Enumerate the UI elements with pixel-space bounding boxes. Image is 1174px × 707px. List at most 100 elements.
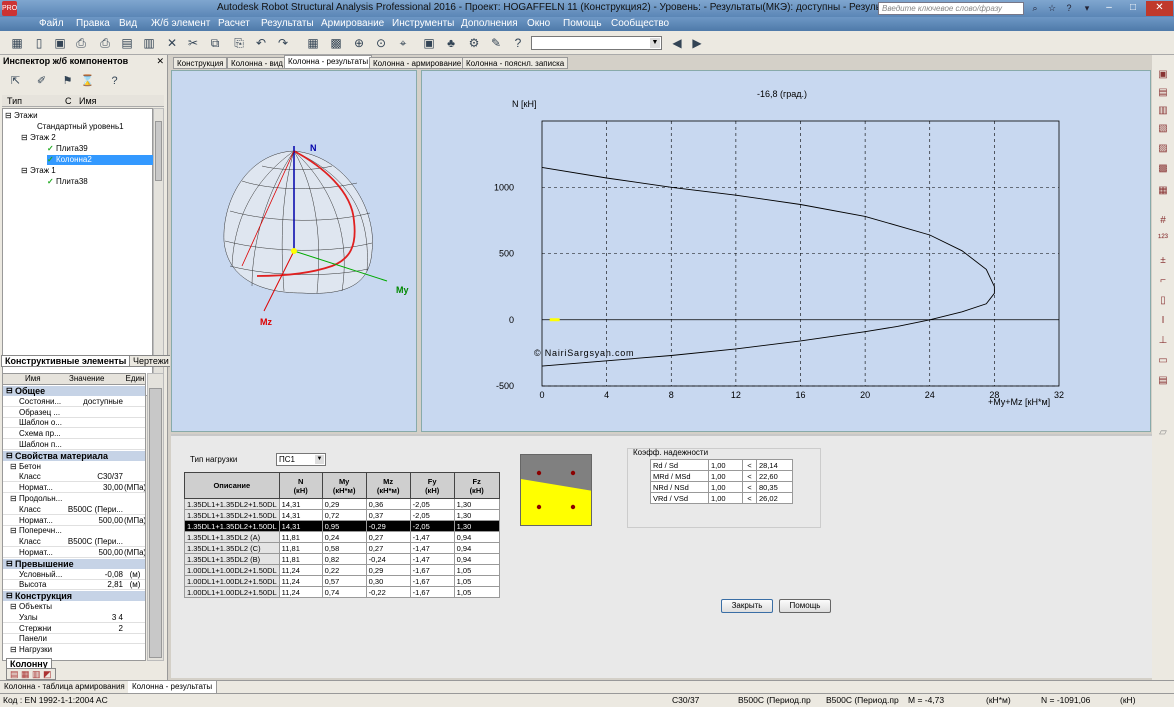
interaction-chart[interactable]: 0 4 8 12 16 20 24 28 32 1000 500 0 -500 -16,8 (град.… <box>421 70 1151 432</box>
beam-icon[interactable]: ⊥ <box>1155 333 1171 349</box>
back-arrow-icon[interactable]: ◀ <box>668 34 686 52</box>
th-n[interactable]: N (кН) <box>278 472 323 499</box>
prop-row[interactable]: Схема пр... <box>3 429 145 440</box>
sections-list-icon[interactable]: ▩ <box>1155 161 1171 177</box>
table-row[interactable]: 1.00DL1+1.00DL2+1.50DL 11,24 0,22 0,29 -1,67… <box>184 564 500 576</box>
menu-help[interactable]: Помощь <box>563 18 602 29</box>
column-icon[interactable]: I <box>1155 313 1171 329</box>
th-description[interactable]: Описание <box>184 472 280 499</box>
numbering-icon[interactable]: ¹²³ <box>1155 231 1171 247</box>
copy-icon[interactable]: ⧉ <box>206 34 224 52</box>
th-mz[interactable]: Mz (кН*м) <box>365 472 411 499</box>
collapse-icon[interactable]: ⊟ <box>10 645 17 655</box>
binoculars-icon[interactable]: ⌕ <box>1028 2 1042 15</box>
tree-item-slab38[interactable]: ✓ Плита38 <box>47 177 88 187</box>
tab-elements[interactable]: Конструктивные элементы <box>1 355 131 367</box>
table-row[interactable]: 1.35DL1+1.35DL2 (B) 11,81 0,82 -0,24 -1,47 0,… <box>184 553 500 565</box>
collapse-icon[interactable]: ⊟ <box>6 591 13 601</box>
window-tab-reinforcement-table[interactable]: Колонна - таблица армирования <box>0 681 130 693</box>
prop-row[interactable]: Шаблон п... <box>3 440 145 450</box>
prop-row[interactable]: Панели <box>3 634 145 645</box>
prop-row[interactable]: Нормат... 500,00 (MПa) <box>3 516 145 526</box>
table-icon[interactable]: ▦ <box>304 34 322 52</box>
calculate-icon[interactable]: ⌛ <box>80 74 95 89</box>
star-icon[interactable]: ☆ <box>1045 2 1059 15</box>
th-fy[interactable]: Fy (кН) <box>409 472 455 499</box>
tree-item-column2[interactable]: ✓ Колонна2 <box>47 155 163 165</box>
collapse-icon[interactable]: ⊟ <box>10 494 17 504</box>
maximize-button[interactable]: □ <box>1121 1 1145 16</box>
footing-icon[interactable]: ▭ <box>1155 353 1171 369</box>
search-input[interactable]: Введите ключевое слово/фразу <box>878 2 1024 15</box>
prop-row[interactable]: Стержни 2 <box>3 624 145 634</box>
table-row[interactable]: 1.35DL1+1.35DL2+1.50DL 14,31 0,29 0,36 -2,05… <box>184 498 500 510</box>
tree-item-floor2[interactable]: ⊟ Этаж 2 <box>21 133 56 143</box>
tab-column-view[interactable]: Колонна - вид <box>227 57 287 69</box>
save-icon[interactable]: ▣ <box>51 34 69 52</box>
supports-icon[interactable]: ⌖ <box>394 34 412 52</box>
filter-icon[interactable]: ⚑ <box>60 74 75 89</box>
collapse-icon[interactable]: ⊟ <box>6 386 13 396</box>
help-button[interactable]: Помощь <box>779 599 831 613</box>
inspector-help-icon[interactable]: ? <box>107 74 122 89</box>
tab-icons[interactable]: ▤ ▦ ▥ ◩ <box>6 668 56 680</box>
close-window-button[interactable]: ✕ <box>1146 1 1173 16</box>
menu-reinforcement[interactable]: Армирование <box>321 18 384 29</box>
prop-row[interactable]: Нормат... 500,00 (MПa) <box>3 548 145 558</box>
inspector-edit-icon[interactable]: ✐ <box>34 74 49 89</box>
window-tab-column-results[interactable]: Колонна - результаты <box>128 681 218 693</box>
collapse-icon[interactable]: ⊟ <box>6 559 13 569</box>
prop-row[interactable]: Шаблон о... <box>3 418 145 429</box>
materials-icon[interactable]: ♣ <box>442 34 460 52</box>
menu-results[interactable]: Результаты <box>261 18 314 29</box>
tab-column-note[interactable]: Колонна - пояснл. записка <box>462 57 569 69</box>
minimize-button[interactable]: – <box>1097 1 1121 16</box>
tree-scroll-thumb[interactable] <box>155 121 162 181</box>
collapse-icon[interactable]: ⊟ <box>10 602 17 612</box>
prop-row[interactable]: Состояни... доступные <box>3 397 145 407</box>
collapse-icon[interactable]: ⊟ <box>10 462 17 472</box>
reinforcement-icon[interactable]: ▥ <box>1155 103 1171 119</box>
stirrup-icon[interactable]: ⌐ <box>1155 273 1171 289</box>
composition-icon[interactable]: ▥ <box>140 34 158 52</box>
grid-icon[interactable]: # <box>1155 213 1171 229</box>
tree-item-floor1[interactable]: ⊟ Этаж 1 <box>21 166 56 176</box>
print-preview-icon[interactable]: ⎙ <box>96 34 114 52</box>
tab-column-results[interactable]: Колонна - результаты <box>284 55 373 69</box>
sections-icon[interactable]: ⚙ <box>465 34 483 52</box>
drawing-icon[interactable]: ▨ <box>1155 141 1171 157</box>
paste-icon[interactable]: ⎘ <box>230 34 248 52</box>
new-file-icon[interactable]: ▯ <box>30 34 48 52</box>
calc-notes-icon[interactable]: ▧ <box>1155 121 1171 137</box>
th-my[interactable]: My (кН*м) <box>321 472 367 499</box>
help-icon[interactable]: ? <box>1062 2 1076 15</box>
undo-icon[interactable]: ↶ <box>252 34 270 52</box>
prop-group[interactable]: ⊟ Превышение <box>3 558 145 569</box>
tree-item-slab39[interactable]: ✓ Плита39 <box>47 144 88 154</box>
display-icon[interactable]: ▣ <box>420 34 438 52</box>
load-type-select[interactable]: ПС1 ▼ <box>276 453 326 466</box>
menu-tools[interactable]: Инструменты <box>392 18 454 29</box>
menu-community[interactable]: Сообщество <box>611 18 669 29</box>
prop-row[interactable]: Класс C30/37 <box>3 472 145 483</box>
help-toolbar-icon[interactable]: ? <box>509 34 527 52</box>
calculator-icon[interactable]: ▩ <box>327 34 345 52</box>
structure-icon[interactable]: ▦ <box>8 34 26 52</box>
close-icon[interactable]: ✕ <box>156 56 164 67</box>
preferences-icon[interactable]: ✎ <box>487 34 505 52</box>
interaction-surface-3d[interactable]: N My Mz <box>171 70 417 432</box>
table-row[interactable]: 1.35DL1+1.35DL2+1.50DL 14,31 0,95 -0,29 -2,0… <box>184 520 500 532</box>
prop-subgroup[interactable]: ⊟ Поперечн... <box>3 526 145 536</box>
prop-group[interactable]: ⊟ Общее <box>3 386 145 396</box>
cut-icon[interactable]: ✂ <box>184 34 202 52</box>
rebar-icon[interactable]: ▯ <box>1155 293 1171 309</box>
screen-capture-icon[interactable]: ▤ <box>118 34 136 52</box>
menu-rc-element[interactable]: Ж/б элемент <box>151 18 210 29</box>
chevron-down-icon[interactable]: ▼ <box>650 38 660 48</box>
prop-subgroup[interactable]: ⊟ Продольн... <box>3 494 145 504</box>
prop-row[interactable]: Условный... -0,08 (м) <box>3 570 145 580</box>
prop-subgroup[interactable]: ⊟ Объекты <box>3 602 145 612</box>
prop-row[interactable]: Нормат... 30,00 (MПa) <box>3 483 145 494</box>
th-fz[interactable]: Fz (кН) <box>453 472 500 499</box>
menu-window[interactable]: Окно <box>527 18 550 29</box>
